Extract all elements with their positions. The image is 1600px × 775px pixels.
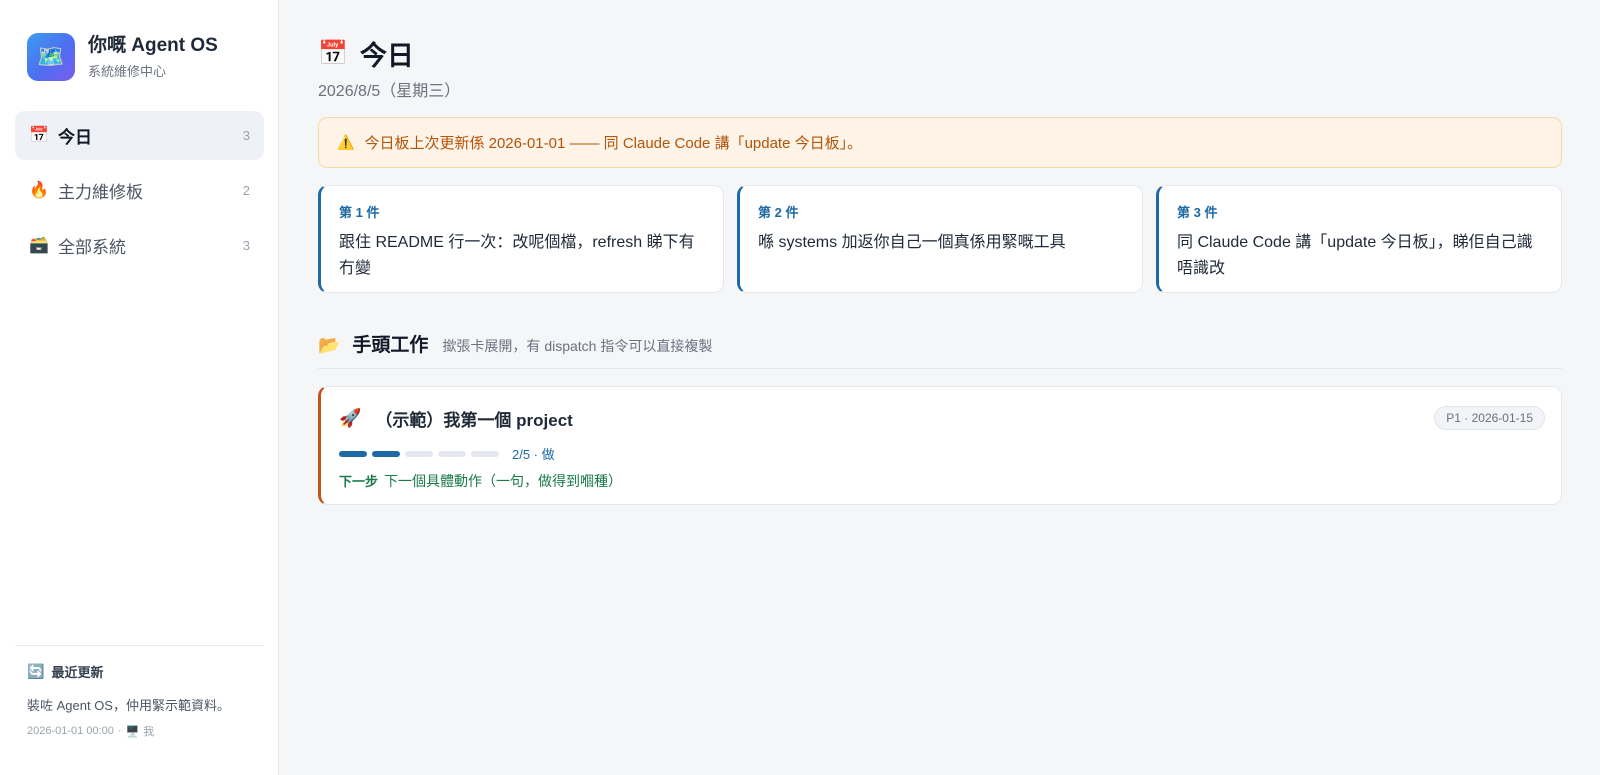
sidebar-item-all-systems[interactable]: 🗃️ 全部系統 3 (15, 221, 264, 270)
today-task-card[interactable]: 第 2 件 喺 systems 加返你自己一個真係用緊嘅工具 (737, 185, 1143, 293)
section-header: 📂 手頭工作 撳張卡展開，有 dispatch 指令可以直接複製 (318, 330, 712, 357)
progress-segment (438, 450, 466, 457)
divider (318, 368, 1562, 369)
project-progress: 2/5 · 做 (339, 444, 555, 463)
sidebar-item-main-board[interactable]: 🔥 主力維修板 2 (15, 166, 264, 215)
sidebar-item-label: 全部系統 (58, 238, 126, 257)
sidebar-item-label: 今日 (58, 128, 92, 147)
progress-segment (339, 450, 367, 457)
recent-update-time: 2026-01-01 00:00 (27, 725, 114, 737)
alert-text: 今日板上次更新係 2026-01-01 —— 同 Claude Code 講「u… (364, 135, 863, 152)
project-title: （示範）我第一個 project (375, 411, 573, 430)
priority-badge: P1 · 2026-01-15 (1434, 406, 1545, 430)
stale-board-alert: ⚠️ 今日板上次更新係 2026-01-01 —— 同 Claude Code … (318, 117, 1562, 168)
calendar-icon: 📅 (29, 126, 49, 144)
app-logo-icon: 🗺️ (27, 33, 75, 81)
task-text: 喺 systems 加返你自己一個真係用緊嘅工具 (758, 234, 1066, 251)
meta-separator: · (117, 725, 122, 737)
page-date: 2026/8/5（星期三） (318, 83, 461, 100)
section-hint: 撳張卡展開，有 dispatch 指令可以直接複製 (442, 338, 713, 354)
warning-icon: ⚠️ (337, 134, 355, 150)
app-subtitle: 系統維修中心 (88, 63, 167, 79)
progress-segment (471, 450, 499, 457)
task-text: 同 Claude Code 講「update 今日板」，睇佢自己識唔識改 (1177, 234, 1533, 277)
recent-update-text: 裝咗 Agent OS，仲用緊示範資料。 (27, 698, 230, 713)
rocket-icon: 🚀 (339, 408, 362, 428)
sidebar-nav: 📅 今日 3 🔥 主力維修板 2 🗃️ 全部系統 3 (15, 111, 264, 276)
page-title-text: 今日 (359, 41, 414, 71)
sidebar-item-count: 2 (242, 183, 250, 198)
app-title: 你嘅 Agent OS (88, 34, 218, 56)
recent-updates: 🔄 最近更新 裝咗 Agent OS，仲用緊示範資料。 2026-01-01 0… (15, 645, 264, 739)
fire-icon: 🔥 (29, 181, 49, 199)
recent-update-meta: 2026-01-01 00:00 · 🖥️ 我 (27, 723, 252, 739)
main-content: 📅 今日 2026/8/5（星期三） ⚠️ 今日板上次更新係 2026-01-0… (279, 0, 1600, 775)
calendar-icon: 📅 (318, 39, 348, 67)
card-box-icon: 🗃️ (29, 236, 49, 254)
next-step-label: 下一步 (339, 474, 379, 489)
next-step-text: 下一個具體動作（一句，做得到嗰種） (384, 473, 623, 489)
sidebar-item-label: 主力維修板 (58, 183, 143, 202)
sidebar-item-count: 3 (242, 128, 250, 143)
brand: 🗺️ 你嘅 Agent OS 系統維修中心 (27, 33, 218, 81)
section-title: 手頭工作 (352, 335, 429, 356)
progress-segment (405, 450, 433, 457)
recent-update-author: 我 (143, 726, 155, 738)
folder-icon: 📂 (318, 335, 341, 355)
progress-label: 2/5 · 做 (512, 447, 555, 462)
progress-segment (372, 450, 400, 457)
page-title: 📅 今日 (318, 34, 414, 73)
sidebar: 🗺️ 你嘅 Agent OS 系統維修中心 📅 今日 3 🔥 主力維修板 2 🗃… (0, 0, 279, 775)
today-task-cards: 第 1 件 跟住 README 行一次：改呢個檔，refresh 睇下有冇變 第… (318, 185, 1562, 293)
today-task-card[interactable]: 第 3 件 同 Claude Code 講「update 今日板」，睇佢自己識唔… (1156, 185, 1562, 293)
today-task-card[interactable]: 第 1 件 跟住 README 行一次：改呢個檔，refresh 睇下有冇變 (318, 185, 724, 293)
task-number: 第 3 件 (1177, 205, 1218, 220)
task-number: 第 1 件 (339, 205, 380, 220)
project-card[interactable]: 🚀 （示範）我第一個 project P1 · 2026-01-15 2/5 ·… (318, 386, 1562, 505)
computer-icon: 🖥️ (125, 725, 140, 738)
sidebar-item-today[interactable]: 📅 今日 3 (15, 111, 264, 160)
refresh-icon: 🔄 (27, 663, 45, 679)
sidebar-item-count: 3 (242, 238, 250, 253)
next-step: 下一步 下一個具體動作（一句，做得到嗰種） (339, 471, 622, 491)
task-number: 第 2 件 (758, 205, 799, 220)
task-text: 跟住 README 行一次：改呢個檔，refresh 睇下有冇變 (339, 234, 695, 277)
recent-updates-title: 最近更新 (51, 665, 104, 680)
